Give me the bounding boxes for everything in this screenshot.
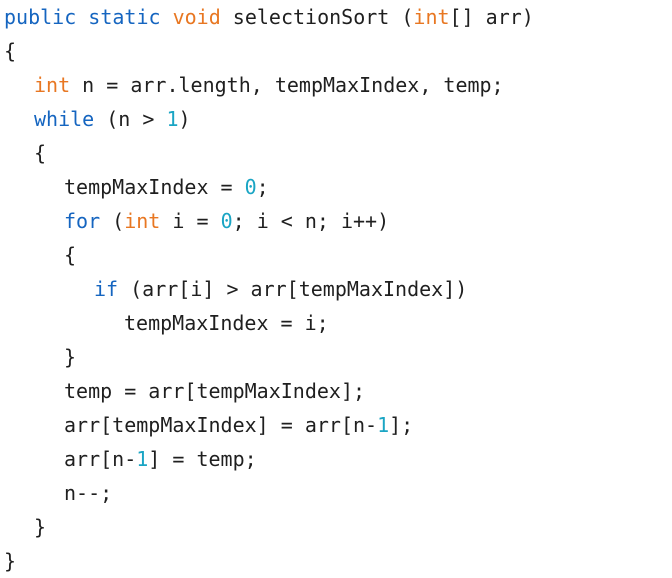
code-token: ;	[256, 175, 269, 199]
type-token: void	[172, 5, 221, 29]
code-line: {	[4, 136, 668, 170]
code-token: selectionSort (	[220, 5, 414, 29]
code-line: if (arr[i] > arr[tempMaxIndex])	[4, 272, 668, 306]
code-line: temp = arr[tempMaxIndex];	[4, 374, 668, 408]
code-token: (n >	[94, 107, 167, 131]
code-token: i =	[160, 209, 221, 233]
code-line: for (int i = 0; i < n; i++)	[4, 204, 668, 238]
code-token: }	[4, 549, 17, 573]
code-token: [] arr)	[449, 5, 534, 29]
code-token: temp = arr[tempMaxIndex];	[64, 379, 366, 403]
number-token: 0	[220, 209, 233, 233]
code-token: ];	[389, 413, 414, 437]
code-token: {	[64, 243, 77, 267]
keyword-token: public	[4, 5, 77, 29]
code-line: tempMaxIndex = 0;	[4, 170, 668, 204]
code-token: arr[tempMaxIndex] = arr[n-	[64, 413, 378, 437]
code-line: arr[tempMaxIndex] = arr[n-1];	[4, 408, 668, 442]
code-token: ] = temp;	[148, 447, 257, 471]
code-token: {	[34, 141, 47, 165]
code-token: arr[n-	[64, 447, 137, 471]
code-token: tempMaxIndex = i;	[124, 311, 329, 335]
code-token: ; i < n; i++)	[232, 209, 390, 233]
keyword-token: for	[64, 209, 101, 233]
type-token: int	[34, 73, 71, 97]
code-line: while (n > 1)	[4, 102, 668, 136]
code-line: int n = arr.length, tempMaxIndex, temp;	[4, 68, 668, 102]
code-token: tempMaxIndex =	[64, 175, 245, 199]
keyword-token: static	[88, 5, 161, 29]
code-token: }	[64, 345, 77, 369]
type-token: int	[124, 209, 161, 233]
code-token: (	[100, 209, 125, 233]
code-token: {	[4, 39, 17, 63]
code-line: }	[4, 340, 668, 374]
code-line: tempMaxIndex = i;	[4, 306, 668, 340]
code-token: (arr[i] > arr[tempMaxIndex])	[118, 277, 468, 301]
code-line: {	[4, 238, 668, 272]
code-token: }	[34, 515, 47, 539]
code-line: }	[4, 510, 668, 544]
number-token: 0	[244, 175, 257, 199]
code-token: n--;	[64, 481, 113, 505]
code-token: n = arr.length, tempMaxIndex, temp;	[70, 73, 504, 97]
code-listing: public static void selectionSort (int[] …	[4, 0, 668, 578]
keyword-token: while	[34, 107, 95, 131]
code-line: public static void selectionSort (int[] …	[4, 0, 668, 34]
code-line: {	[4, 34, 668, 68]
code-line: arr[n-1] = temp;	[4, 442, 668, 476]
number-token: 1	[166, 107, 179, 131]
type-token: int	[413, 5, 450, 29]
keyword-token: if	[94, 277, 119, 301]
code-token: )	[178, 107, 191, 131]
code-line: }	[4, 544, 668, 578]
code-line: n--;	[4, 476, 668, 510]
number-token: 1	[136, 447, 149, 471]
number-token: 1	[377, 413, 390, 437]
